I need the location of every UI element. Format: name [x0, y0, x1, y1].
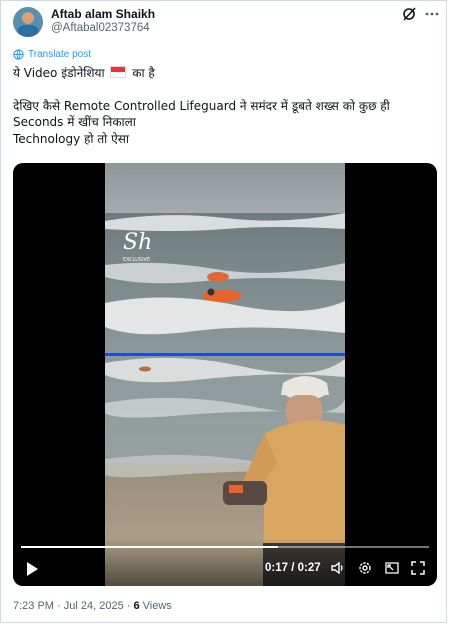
more-icon[interactable]	[424, 6, 440, 22]
watermark-subtitle: EXCLUSIVE	[123, 257, 150, 263]
author-name[interactable]: Aftab alam Shaikh	[51, 7, 155, 21]
author-handle[interactable]: @Aftabal02373764	[51, 22, 150, 34]
tweet-line-1b: का है	[132, 66, 155, 80]
video-progress-bar[interactable]	[21, 546, 429, 548]
translate-icon	[13, 49, 24, 60]
play-icon[interactable]	[25, 561, 39, 577]
translate-link[interactable]: Translate post	[13, 49, 91, 60]
watermark: Sh EXCLUSIVE	[123, 230, 152, 263]
views-label: Views	[142, 600, 172, 612]
video-time: 0:17 / 0:27	[265, 562, 321, 574]
tweet-line-3: Seconds में खींच निकाला	[13, 115, 136, 129]
video-frame[interactable]: Sh EXCLUSIVE	[105, 163, 345, 586]
post-date[interactable]: Jul 24, 2025	[64, 600, 124, 612]
avatar[interactable]	[13, 7, 43, 37]
video-player[interactable]: Sh EXCLUSIVE 0:17 / 0:27	[13, 163, 437, 586]
tweet-line-2: देखिए कैसे Remote Controlled Lifeguard न…	[13, 98, 390, 113]
fullscreen-icon[interactable]	[410, 560, 426, 576]
tweet-line-1a: ये Video इंडोनेशिया	[13, 66, 105, 80]
post-meta: 7:23 PM · Jul 24, 2025 · 6 Views	[13, 600, 172, 612]
post-time[interactable]: 7:23 PM	[13, 600, 54, 612]
tweet-line-4: Technology हो तो ऐसा	[13, 131, 129, 146]
indonesia-flag-icon	[110, 66, 127, 78]
grok-icon[interactable]	[401, 6, 417, 22]
settings-icon[interactable]	[357, 560, 373, 576]
translate-label[interactable]: Translate post	[28, 49, 91, 60]
pip-icon[interactable]	[384, 560, 400, 576]
watermark-logo: Sh	[123, 230, 152, 255]
volume-icon[interactable]	[330, 560, 346, 576]
views-count: 6	[133, 600, 140, 612]
tweet-text: ये Video इंडोनेशिया का है देखिए कैसे Rem…	[13, 65, 433, 147]
video-progress-fill	[21, 546, 279, 548]
